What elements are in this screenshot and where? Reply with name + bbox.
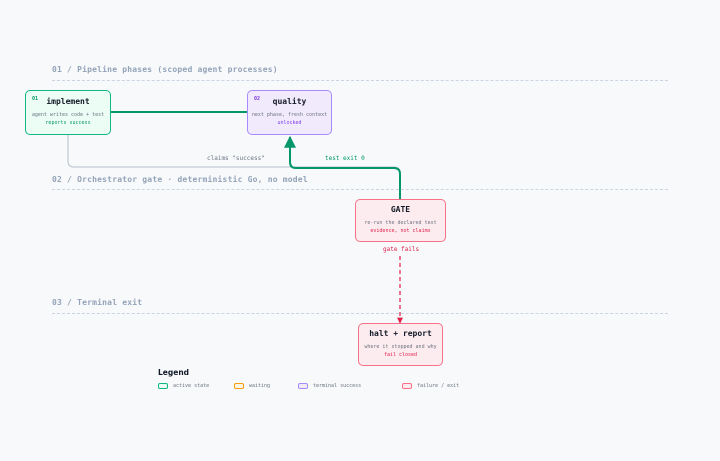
node-implement[interactable]: 01 implement agent writes code + test re… — [25, 90, 111, 135]
legend-swatch — [158, 383, 168, 389]
node-status: reports success — [45, 120, 91, 126]
node-gate[interactable]: GATE re-run the declared test evidence, … — [355, 199, 446, 242]
node-halt-report[interactable]: halt + report where it stopped and why f… — [358, 323, 443, 366]
legend-label: waiting — [249, 383, 271, 389]
legend-label: active state — [173, 383, 210, 389]
legend-item-waiting: waiting — [234, 383, 270, 389]
legend-swatch — [402, 383, 412, 389]
node-number: 01 — [32, 96, 39, 102]
section-divider — [52, 313, 668, 314]
edge-label-claims: claims "success" — [207, 155, 265, 162]
legend-item-failure: failure / exit — [402, 383, 459, 389]
legend-item-terminal-success: terminal success — [298, 383, 361, 389]
legend-swatch — [298, 383, 308, 389]
legend-title: Legend — [158, 368, 190, 377]
node-title: implement — [46, 97, 90, 106]
section-label-gate: 02 / Orchestrator gate · deterministic G… — [52, 175, 308, 184]
node-subtitle: next phase, fresh context — [251, 112, 328, 118]
node-subtitle: agent writes code + test — [31, 112, 105, 118]
legend-label: failure / exit — [417, 383, 460, 389]
node-status: fail closed — [383, 352, 418, 358]
node-title: quality — [272, 97, 307, 106]
node-status: unlocked — [277, 120, 302, 126]
node-title: GATE — [390, 205, 411, 214]
node-subtitle: re-run the declared test — [364, 220, 437, 226]
section-label-pipeline: 01 / Pipeline phases (scoped agent proce… — [52, 65, 278, 74]
node-title: halt + report — [369, 329, 432, 338]
pipeline-diagram: 01 / Pipeline phases (scoped agent proce… — [0, 0, 720, 461]
node-subtitle: where it stopped and why — [364, 344, 437, 350]
legend-swatch — [234, 383, 244, 389]
node-quality[interactable]: 02 quality next phase, fresh context unl… — [247, 90, 332, 135]
edge-label-gate-fails: gate fails — [383, 246, 420, 253]
edge-label-test-exit: test exit 0 — [325, 155, 365, 162]
legend-item-active: active state — [158, 383, 209, 389]
node-status: evidence, not claims — [370, 228, 431, 234]
node-number: 02 — [254, 96, 261, 102]
section-label-exit: 03 / Terminal exit — [52, 298, 143, 307]
section-divider — [52, 189, 668, 190]
legend-label: terminal success — [313, 383, 362, 389]
section-divider — [52, 80, 668, 81]
